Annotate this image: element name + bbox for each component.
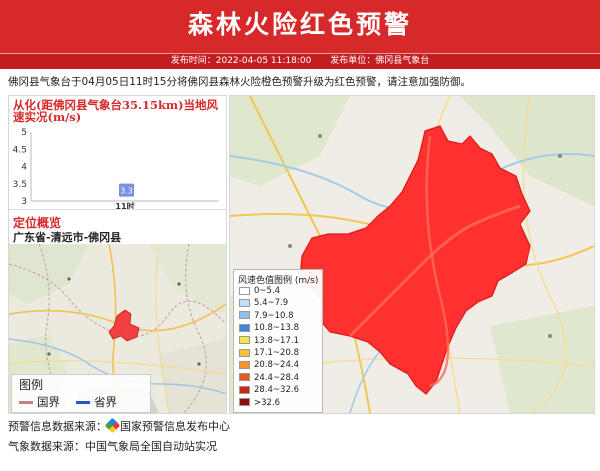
wind-legend-item: 24.4~28.4 [239, 373, 299, 384]
warning-source-value: 国家预警信息发布中心 [120, 420, 230, 433]
wind-legend-label: 7.9~10.8 [254, 310, 294, 321]
wind-legend-label: >32.6 [254, 397, 281, 408]
wind-legend-item: 28.4~32.6 [239, 385, 299, 396]
location-overview-map[interactable]: 图例 国界 省界 [9, 244, 226, 413]
wind-legend-swatch [239, 385, 250, 394]
location-name: 广东省-清远市-佛冈县 [13, 231, 122, 244]
warning-source-label: 预警信息数据来源： [8, 420, 107, 433]
wind-legend-title: 风速色值图例 (m/s) [238, 276, 319, 286]
wind-legend-item: 0~5.4 [239, 286, 280, 297]
warning-summary: 佛冈县气象台于04月05日11时15分将佛冈县森林火险橙色预警升级为红色预警，请… [8, 76, 471, 88]
national-border-line-icon [19, 401, 33, 404]
wind-legend-label: 20.8~24.4 [254, 360, 299, 371]
wind-legend-swatch [239, 360, 250, 369]
publish-time: 发布时间：2022-04-05 11:18:00 [170, 56, 312, 66]
provincial-border-line-icon [76, 401, 90, 404]
wind-legend-item: 10.8~13.8 [239, 323, 299, 334]
legend-provincial-border: 省界 [76, 394, 117, 410]
y-tick-label: 3.5 [13, 180, 27, 190]
wind-legend-label: 17.1~20.8 [254, 348, 299, 358]
wind-legend-swatch [239, 311, 250, 320]
wind-legend-label: 13.8~17.1 [254, 335, 299, 346]
wind-legend-item: 5.4~7.9 [239, 298, 288, 309]
y-tick-label: 3 [21, 197, 27, 207]
wind-legend-swatch [239, 373, 250, 382]
meta-bar: 发布时间：2022-04-05 11:18:00 发布单位：佛冈县气象台 [0, 53, 600, 69]
y-tick-label: 5 [21, 128, 27, 138]
y-tick-label: 4.5 [13, 145, 27, 155]
wind-speed-chart: 3 3.5 4 4.5 5 3.3 11时 [13, 128, 219, 209]
wind-legend-item: >32.6 [239, 398, 280, 409]
page-title: 森林火险红色预警 [187, 10, 412, 39]
wind-chart-title: 从化(距佛冈县气象台35.15km)当地风速实况(m/s) [13, 98, 219, 124]
county-detail-map[interactable]: 风速色值图例 (m/s) 0~5.4 5.4~7.9 7.9~10.8 10.8~13… [229, 95, 595, 414]
wind-legend-label: 28.4~32.6 [254, 385, 299, 396]
wind-legend-item: 7.9~10.8 [239, 311, 294, 322]
legend-national-border: 国界 [19, 394, 60, 410]
warning-center-logo-icon [104, 417, 121, 434]
wind-legend-item: 17.1~20.8 [239, 348, 299, 359]
wind-legend-item: 13.8~17.1 [239, 336, 299, 347]
wind-legend-swatch [239, 348, 250, 357]
wind-legend-label: 10.8~13.8 [254, 323, 299, 334]
wind-legend-swatch [239, 298, 250, 307]
left-panel: 从化(距佛冈县气象台35.15km)当地风速实况(m/s) 3 3.5 4 4.5 5 3… [8, 95, 227, 414]
wind-legend-swatch [239, 398, 250, 407]
bar-data-label: 3.3 [120, 187, 133, 196]
warning-source-line: 预警信息数据来源： 国家预警信息发布中心 [8, 417, 598, 434]
x-tick-label: 11时 [115, 201, 134, 209]
weather-source-line: 气象数据来源：中国气象局全国自动站实况 [8, 440, 217, 453]
y-tick-label: 4 [21, 163, 27, 173]
wind-legend-swatch [239, 336, 250, 345]
wind-legend-swatch [239, 323, 250, 332]
location-header: 定位概览 广东省-清远市-佛冈县 [9, 209, 226, 244]
wind-legend-label: 5.4~7.9 [254, 298, 289, 309]
header: 森林火险红色预警 [0, 0, 600, 53]
wind-legend-label: 0~5.4 [254, 286, 281, 296]
wind-legend-swatch [239, 286, 250, 295]
wind-color-legend: 风速色值图例 (m/s) 0~5.4 5.4~7.9 7.9~10.8 10.8~13… [233, 269, 323, 413]
publisher: 发布单位：佛冈县气象台 [330, 56, 430, 66]
wind-legend-item: 20.8~24.4 [239, 360, 299, 371]
map-legend: 图例 国界 省界 [11, 374, 151, 413]
map-legend-title: 图例 [19, 378, 44, 392]
wind-legend-label: 24.4~28.4 [254, 372, 299, 383]
